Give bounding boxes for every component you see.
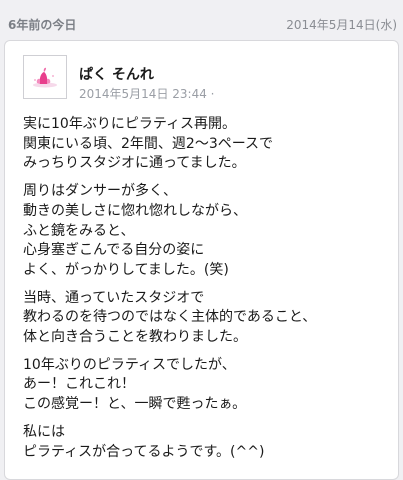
memory-date: 2014年5月14日(水)	[286, 18, 397, 32]
post-timestamp[interactable]: 2014年5月14日 23:44 ·	[79, 85, 214, 102]
memory-label: 6年前の今日	[8, 18, 77, 32]
post-paragraph: 当時、通っていたスタジオで 教わるのを待つのではなく主体的であること、 体と向き…	[23, 289, 317, 346]
post-author[interactable]: ぱく そんれ	[79, 64, 154, 84]
post-card[interactable]: ぱく そんれ 2014年5月14日 23:44 · 実に10年ぶりにピラティス再…	[4, 40, 399, 480]
post-paragraph: 実に10年ぶりにピラティス再開。 関東にいる頃、2年間、週2〜3ペースで みっち…	[23, 116, 274, 172]
post-paragraph: 私には ピラティスが合ってるようです。(^^)	[23, 423, 265, 460]
memory-header: 6年前の今日 2014年5月14日(水)	[0, 0, 403, 40]
pink-flower-avatar-icon[interactable]	[23, 55, 67, 99]
post-body: 実に10年ぶりにピラティス再開。 関東にいる頃、2年間、週2〜3ペースで みっち…	[23, 115, 393, 470]
post-paragraph: 10年ぶりのピラティスでしたが、 あー！これこれ！ この感覚ー！と、一瞬で甦った…	[23, 356, 247, 413]
post-paragraph: 周りはダンサーが多く、 動きの美しさに惚れ惚れしながら、 ふと鏡をみると、 心身…	[23, 183, 247, 278]
